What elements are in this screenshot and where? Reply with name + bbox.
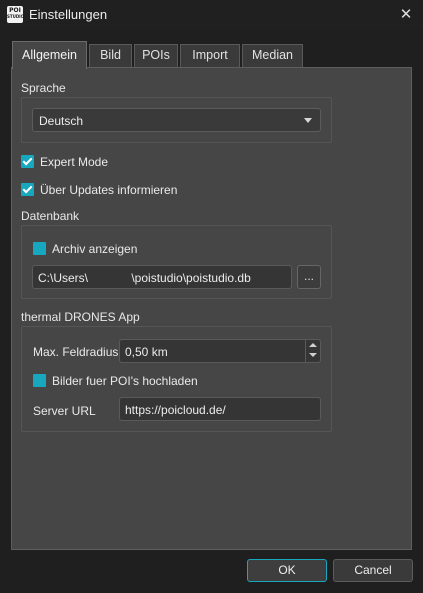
server-url-field[interactable]: https://poicloud.de/	[119, 397, 321, 421]
updates-checkbox[interactable]	[21, 183, 34, 196]
language-section-label: Sprache	[21, 81, 66, 95]
spin-up-icon[interactable]	[309, 343, 317, 347]
language-select-value: Deutsch	[39, 114, 84, 128]
max-radius-spinbox[interactable]: 0,50 km	[119, 339, 321, 363]
upload-images-label: Bilder fuer POI's hochladen	[52, 374, 198, 388]
max-radius-value: 0,50 km	[125, 345, 168, 359]
show-archive-checkbox[interactable]	[33, 242, 46, 255]
upload-images-checkbox[interactable]	[33, 374, 46, 387]
tab-import[interactable]: Import	[180, 44, 240, 67]
window-title: Einstellungen	[29, 7, 108, 22]
expert-mode-label: Expert Mode	[40, 155, 109, 169]
database-path-field[interactable]: C:\Users\ \poistudio\poistudio.db	[32, 265, 292, 289]
ok-button[interactable]: OK	[247, 559, 327, 582]
thermal-section-label: thermal DRONES App	[21, 310, 140, 324]
tab-pois[interactable]: POIs	[134, 44, 178, 67]
database-path-value: C:\Users\ \poistudio\poistudio.db	[38, 271, 251, 285]
tab-bild[interactable]: Bild	[89, 44, 132, 67]
app-logo-icon: POI STUDIO	[7, 6, 24, 23]
browse-button[interactable]: ...	[297, 265, 321, 289]
title-bar: POI STUDIO Einstellungen ✕	[0, 0, 423, 30]
updates-label: Über Updates informieren	[40, 183, 178, 197]
spinbox-divider	[305, 339, 306, 363]
language-select[interactable]: Deutsch	[32, 108, 321, 132]
close-icon[interactable]: ✕	[395, 4, 417, 24]
spin-down-icon[interactable]	[309, 353, 317, 357]
server-url-label: Server URL	[33, 404, 96, 418]
cancel-button[interactable]: Cancel	[333, 559, 413, 582]
database-section-label: Datenbank	[21, 209, 80, 223]
expert-mode-checkbox[interactable]	[21, 155, 34, 168]
server-url-value: https://poicloud.de/	[125, 403, 226, 417]
show-archive-label: Archiv anzeigen	[52, 242, 138, 256]
chevron-down-icon	[304, 118, 312, 123]
tab-median[interactable]: Median	[242, 44, 303, 67]
max-radius-label: Max. Feldradius	[33, 345, 119, 359]
tab-allgemein[interactable]: Allgemein	[12, 41, 87, 69]
